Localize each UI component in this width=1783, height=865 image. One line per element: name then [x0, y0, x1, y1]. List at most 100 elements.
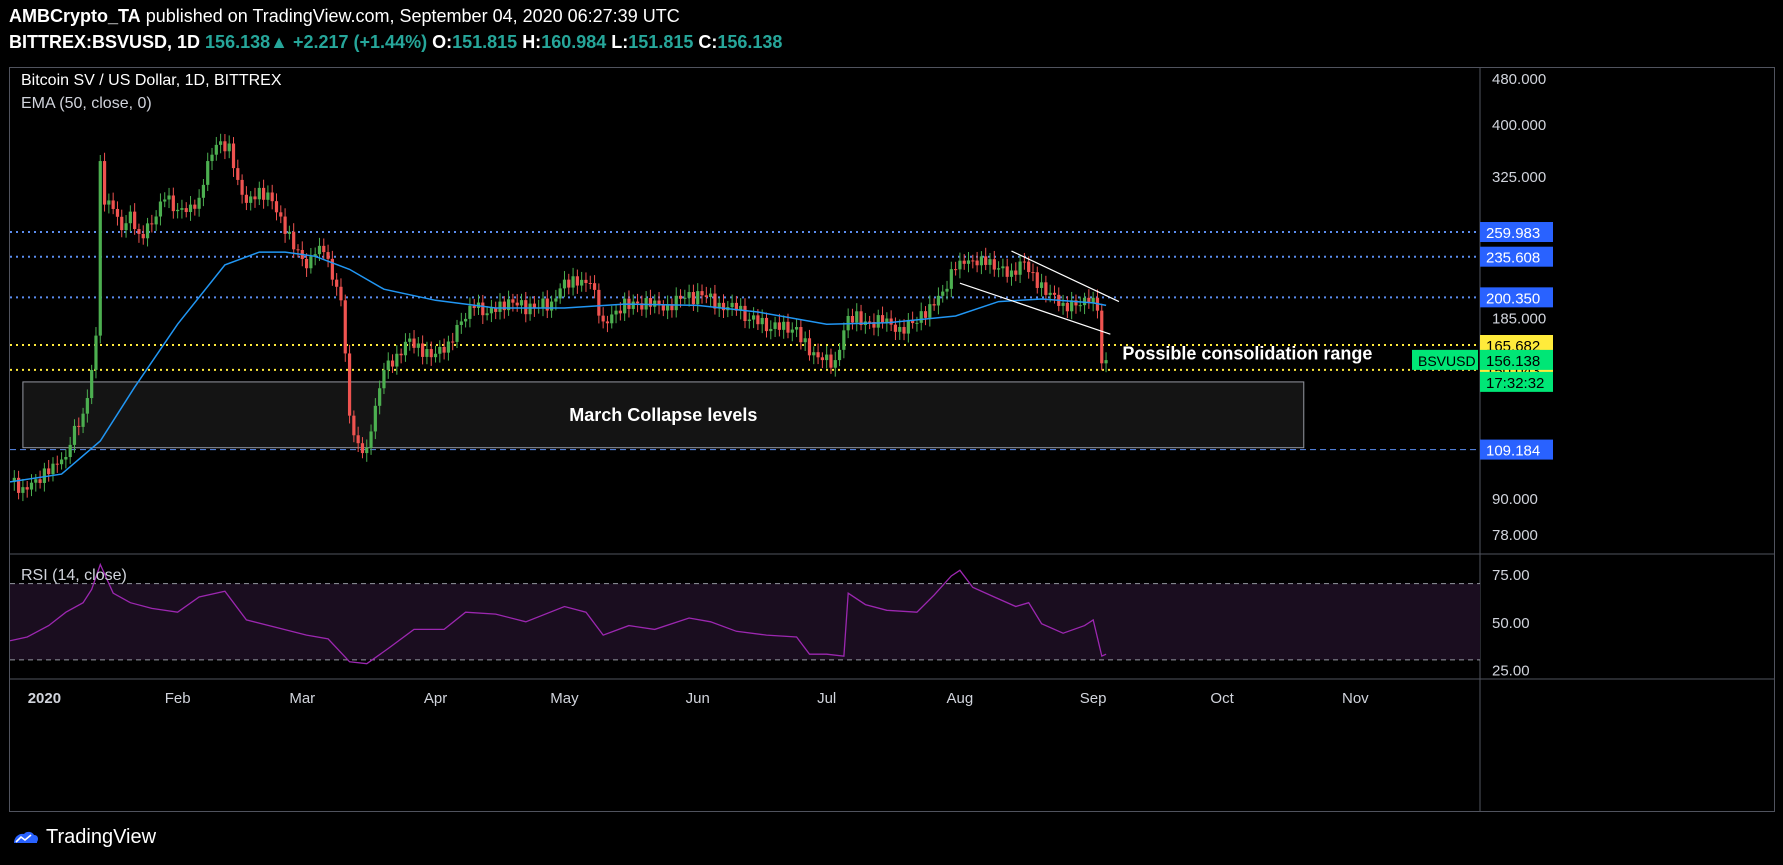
candle-body — [782, 321, 786, 330]
candle-body — [378, 388, 382, 406]
chart-canvas[interactable]: March Collapse levels Possible consolidat… — [10, 68, 1774, 811]
candle-body — [360, 443, 365, 454]
candle-body — [653, 300, 657, 307]
candle-body — [38, 479, 42, 483]
candle-body — [996, 268, 1001, 270]
candle-body — [412, 338, 416, 348]
candle-body — [1005, 266, 1009, 277]
march-collapse-label: March Collapse levels — [569, 405, 757, 425]
candle-body — [1035, 272, 1039, 288]
candle-body — [429, 349, 433, 358]
candle-body — [201, 184, 206, 198]
candle-body — [747, 319, 751, 322]
candle-body — [236, 168, 240, 180]
author-name[interactable]: AMBCrypto_TA — [9, 6, 141, 26]
candle-body — [29, 482, 34, 490]
candle-body — [304, 258, 309, 269]
candle-body — [141, 233, 145, 239]
candle-body — [111, 200, 115, 209]
candle-body — [77, 425, 81, 427]
candle-body — [154, 216, 158, 225]
ema-legend: EMA (50, close, 0) — [21, 95, 152, 112]
candle-body — [923, 311, 928, 318]
candle-body — [1078, 305, 1082, 307]
candle-body — [451, 341, 455, 343]
candle-body — [416, 343, 420, 348]
candle-body — [567, 279, 571, 288]
time-tick-label: Feb — [165, 690, 191, 707]
price-tick-label: 400.000 — [1492, 117, 1546, 134]
candle-body — [786, 321, 790, 333]
candle-body — [72, 425, 77, 445]
candle-body — [128, 211, 132, 224]
candle-body — [287, 231, 291, 234]
candle-body — [842, 330, 846, 350]
candle-body — [1104, 360, 1108, 364]
candle-body — [481, 302, 485, 316]
candle-body — [936, 295, 941, 306]
candle-body — [335, 279, 339, 287]
candle-body — [816, 352, 820, 358]
candle-body — [425, 349, 429, 357]
candle-body — [421, 343, 425, 357]
candle-body — [790, 329, 794, 333]
candle-body — [833, 360, 837, 368]
candle-body — [279, 212, 283, 217]
candle-body — [648, 298, 653, 307]
publish-info: AMBCrypto_TA published on TradingView.co… — [9, 6, 680, 27]
candle-body — [322, 245, 326, 253]
low-label: L: — [611, 32, 629, 52]
candle-body — [704, 295, 708, 298]
time-tick-label: Oct — [1210, 690, 1234, 707]
time-tick-label: Aug — [947, 690, 974, 707]
candle-body — [34, 479, 38, 483]
candle-body — [709, 293, 713, 298]
candle-body — [107, 200, 111, 205]
candle-body — [683, 297, 687, 299]
level-price-tag-label: 259.983 — [1486, 225, 1540, 242]
candle-body — [261, 187, 266, 200]
time-tick-label: Jun — [686, 690, 710, 707]
candle-body — [455, 324, 459, 342]
candle-body — [210, 154, 214, 162]
time-tick-label: Nov — [1342, 690, 1369, 707]
time-tick-label: 2020 — [28, 690, 61, 707]
candle-body — [975, 260, 979, 266]
candle-body — [954, 269, 958, 271]
candle-body — [382, 369, 386, 389]
candle-body — [1044, 282, 1048, 295]
candle-body — [919, 311, 923, 323]
candle-body — [820, 357, 824, 361]
candle-body — [403, 341, 408, 356]
candle-body — [59, 459, 64, 465]
candle-body — [700, 291, 704, 296]
close-value: 156.138 — [717, 32, 783, 52]
candle-body — [163, 199, 167, 202]
candle-body — [730, 302, 734, 308]
published-text: published on TradingView.com, September … — [145, 6, 680, 26]
candle-body — [1022, 261, 1026, 263]
time-tick-label: May — [550, 690, 579, 707]
candle-body — [51, 463, 55, 475]
candle-body — [399, 353, 403, 356]
candle-body — [610, 314, 614, 324]
chart-panel[interactable]: March Collapse levels Possible consolidat… — [9, 67, 1775, 812]
candle-body — [631, 301, 635, 309]
candle-body — [777, 322, 781, 330]
time-tick-label: Mar — [289, 690, 315, 707]
candle-body — [825, 354, 829, 361]
candle-body — [932, 304, 936, 306]
candle-body — [1039, 282, 1044, 288]
time-tick-label: Jul — [817, 690, 836, 707]
candle-body — [988, 259, 992, 265]
candle-body — [171, 195, 175, 212]
candle-body — [94, 335, 98, 370]
tradingview-footer[interactable]: TradingView — [10, 826, 156, 849]
candle-body — [464, 318, 468, 322]
candle-body — [893, 324, 898, 332]
candle-body — [902, 327, 906, 334]
candle-body — [244, 194, 249, 203]
candle-body — [145, 223, 150, 239]
candle-body — [223, 141, 227, 152]
candle-body — [597, 289, 601, 316]
